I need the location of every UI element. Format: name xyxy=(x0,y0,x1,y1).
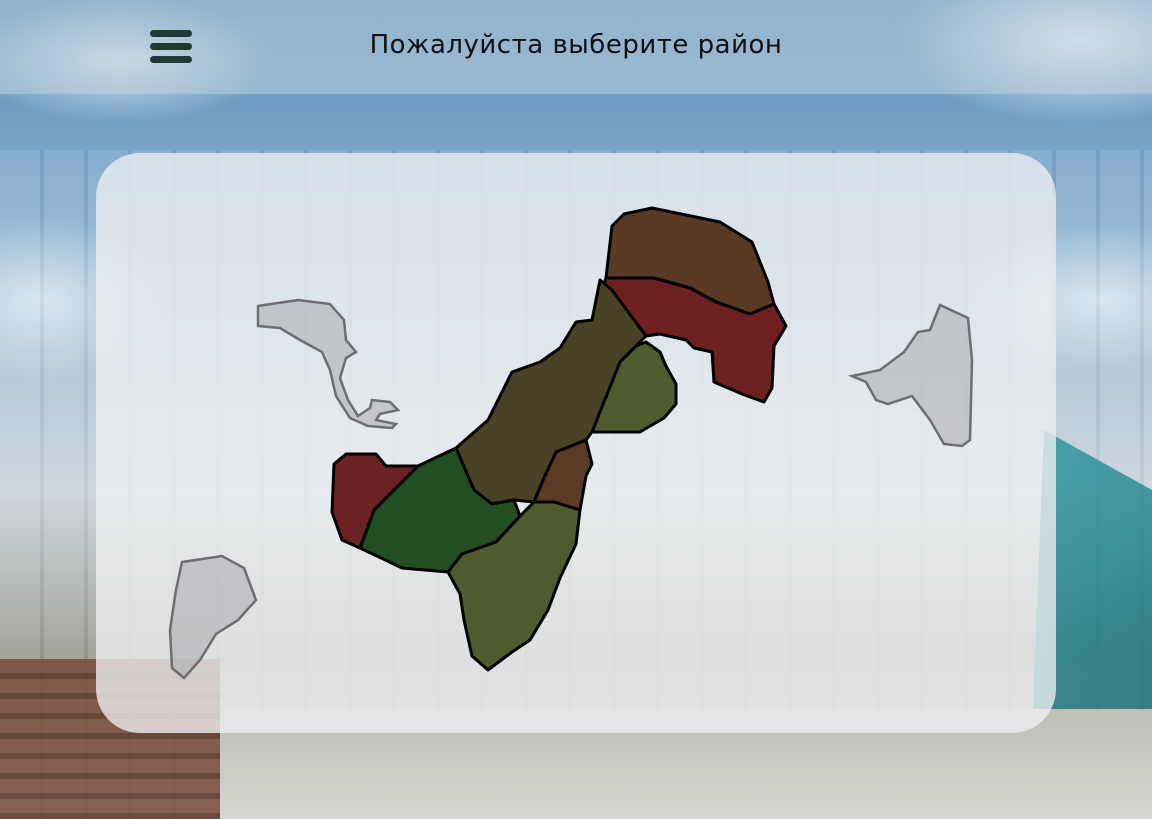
district-map xyxy=(168,206,974,680)
inactive-region-right xyxy=(847,303,974,448)
inactive-region-left xyxy=(256,298,401,430)
inactive-region-bottom-left xyxy=(168,554,258,680)
